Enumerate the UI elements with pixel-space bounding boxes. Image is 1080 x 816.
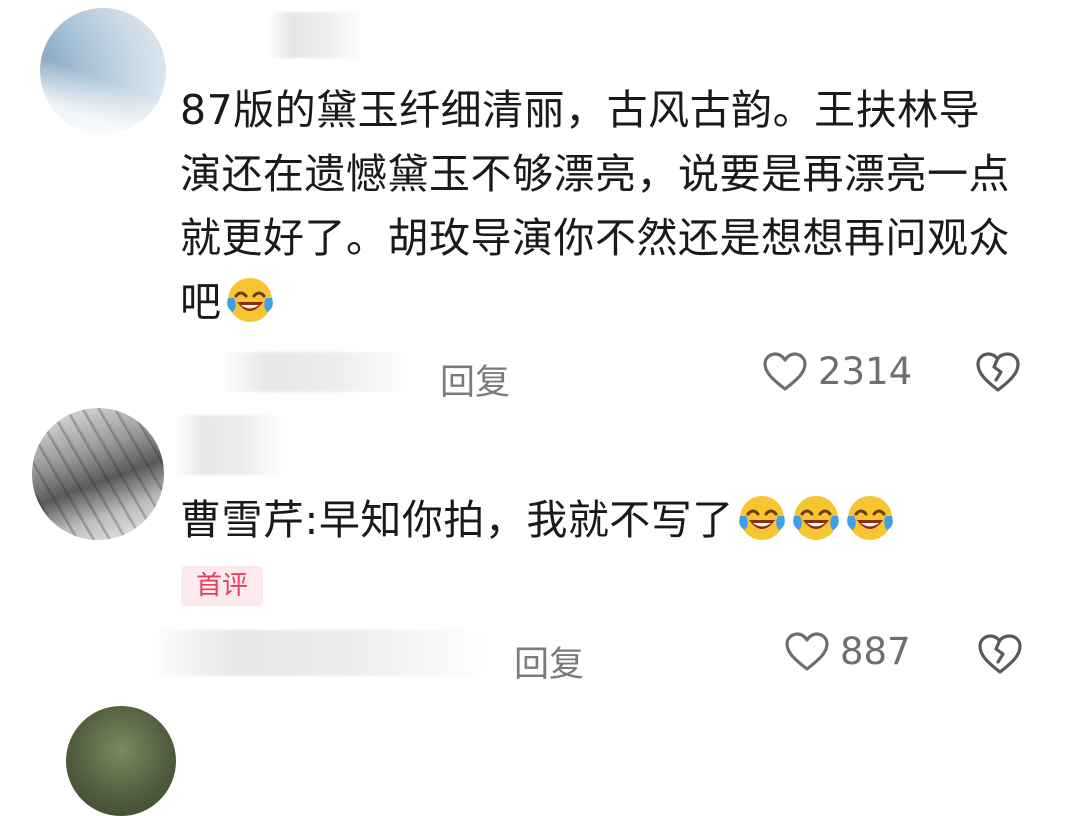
reply-button[interactable]: 回复 [514, 636, 584, 687]
heart-icon [763, 351, 807, 391]
username-blurred[interactable] [176, 415, 286, 475]
username-blurred[interactable] [268, 12, 364, 58]
laughing-crying-emoji-icon [846, 496, 893, 540]
like-button[interactable]: 2314 [762, 350, 912, 393]
comment-text: 曹雪芹:早知你拍，我就不写了 [180, 488, 1010, 552]
comment-text: 87版的黛玉纤细清丽，古风古韵。王扶林导演还在遗憾黛玉不够漂亮，说要是再漂亮一点… [180, 78, 1010, 334]
heart-icon [785, 631, 829, 671]
like-count: 2314 [818, 350, 913, 393]
avatar[interactable] [66, 706, 176, 816]
comment-body: 曹雪芹:早知你拍，我就不写了 [180, 496, 734, 544]
comment-body: 87版的黛玉纤细清丽，古风古韵。王扶林导演还在遗憾黛玉不够漂亮，说要是再漂亮一点… [180, 86, 1010, 326]
dislike-button[interactable] [976, 632, 1024, 680]
replier-name-blurred [150, 630, 490, 676]
broken-heart-icon [978, 634, 1022, 674]
laughing-crying-emoji-icon [226, 278, 273, 322]
broken-heart-icon [976, 352, 1020, 392]
laughing-crying-emoji-icon [792, 496, 839, 540]
replier-name-blurred [220, 352, 415, 392]
laughing-crying-emoji-icon [738, 496, 785, 540]
avatar[interactable] [40, 8, 166, 134]
dislike-button[interactable] [974, 350, 1022, 398]
like-button[interactable]: 887 [784, 630, 911, 673]
reply-button[interactable]: 回复 [440, 354, 510, 405]
like-count: 887 [840, 630, 911, 673]
avatar[interactable] [32, 408, 164, 540]
first-comment-badge: 首评 [181, 566, 263, 606]
